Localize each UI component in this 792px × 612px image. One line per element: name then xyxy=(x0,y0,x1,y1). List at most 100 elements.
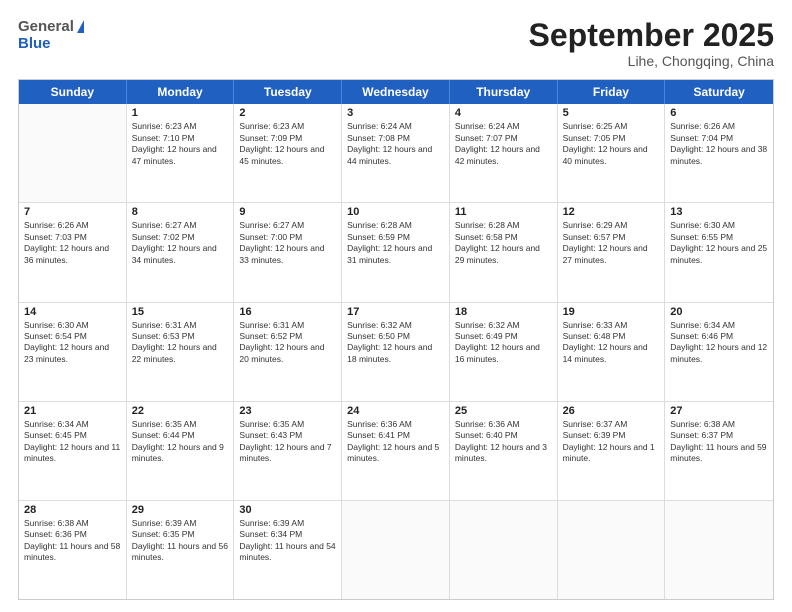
cell-info: Sunrise: 6:34 AMSunset: 6:45 PMDaylight:… xyxy=(24,419,121,465)
cell-info: Sunrise: 6:27 AMSunset: 7:00 PMDaylight:… xyxy=(239,220,336,266)
cal-cell: 10Sunrise: 6:28 AMSunset: 6:59 PMDayligh… xyxy=(342,203,450,301)
logo: General Blue xyxy=(18,18,84,52)
day-number: 25 xyxy=(455,405,552,417)
cal-header-wednesday: Wednesday xyxy=(342,80,450,104)
cal-cell: 3 Sunrise: 6:24 AMSunset: 7:08 PMDaylight… xyxy=(342,104,450,202)
cal-week-1: 1 Sunrise: 6:23 AMSunset: 7:10 PMDaylight… xyxy=(19,104,773,203)
day-number: 2 xyxy=(239,107,336,119)
cal-cell: 14 Sunrise: 6:30 AMSunset: 6:54 PMDayligh… xyxy=(19,303,127,401)
cal-cell: 18 Sunrise: 6:32 AMSunset: 6:49 PMDayligh… xyxy=(450,303,558,401)
day-number: 19 xyxy=(563,306,660,318)
cell-info: Sunrise: 6:38 AMSunset: 6:36 PMDaylight:… xyxy=(24,518,121,564)
logo-general: General xyxy=(18,18,74,35)
day-number: 3 xyxy=(347,107,444,119)
cal-cell: 7 Sunrise: 6:26 AMSunset: 7:03 PMDaylight… xyxy=(19,203,127,301)
day-number: 28 xyxy=(24,504,121,516)
cal-cell: 1 Sunrise: 6:23 AMSunset: 7:10 PMDaylight… xyxy=(127,104,235,202)
cell-info: Sunrise: 6:24 AMSunset: 7:07 PMDaylight:… xyxy=(455,121,552,167)
day-number: 6 xyxy=(670,107,768,119)
cell-info: Sunrise: 6:23 AMSunset: 7:09 PMDaylight:… xyxy=(239,121,336,167)
cell-info: Sunrise: 6:30 AMSunset: 6:55 PMDaylight:… xyxy=(670,220,768,266)
header: General Blue September 2025 Lihe, Chongq… xyxy=(18,18,774,69)
logo-triangle-icon xyxy=(77,20,84,33)
day-number: 7 xyxy=(24,206,121,218)
cell-info: Sunrise: 6:25 AMSunset: 7:05 PMDaylight:… xyxy=(563,121,660,167)
cal-week-2: 7 Sunrise: 6:26 AMSunset: 7:03 PMDaylight… xyxy=(19,203,773,302)
day-number: 23 xyxy=(239,405,336,417)
cal-cell: 30Sunrise: 6:39 AMSunset: 6:34 PMDayligh… xyxy=(234,501,342,599)
cal-cell: 13 Sunrise: 6:30 AMSunset: 6:55 PMDayligh… xyxy=(665,203,773,301)
day-number: 20 xyxy=(670,306,768,318)
cal-cell: 9 Sunrise: 6:27 AMSunset: 7:00 PMDaylight… xyxy=(234,203,342,301)
day-number: 4 xyxy=(455,107,552,119)
day-number: 14 xyxy=(24,306,121,318)
cal-cell: 15Sunrise: 6:31 AMSunset: 6:53 PMDayligh… xyxy=(127,303,235,401)
day-number: 16 xyxy=(239,306,336,318)
cell-info: Sunrise: 6:31 AMSunset: 6:52 PMDaylight:… xyxy=(239,320,336,366)
cal-header-saturday: Saturday xyxy=(665,80,773,104)
cell-info: Sunrise: 6:37 AMSunset: 6:39 PMDaylight:… xyxy=(563,419,660,465)
cal-cell: 8 Sunrise: 6:27 AMSunset: 7:02 PMDaylight… xyxy=(127,203,235,301)
cell-info: Sunrise: 6:35 AMSunset: 6:44 PMDaylight:… xyxy=(132,419,229,465)
cell-info: Sunrise: 6:26 AMSunset: 7:03 PMDaylight:… xyxy=(24,220,121,266)
day-number: 8 xyxy=(132,206,229,218)
cal-cell: 12 Sunrise: 6:29 AMSunset: 6:57 PMDayligh… xyxy=(558,203,666,301)
day-number: 21 xyxy=(24,405,121,417)
cell-info: Sunrise: 6:24 AMSunset: 7:08 PMDaylight:… xyxy=(347,121,444,167)
cell-info: Sunrise: 6:33 AMSunset: 6:48 PMDaylight:… xyxy=(563,320,660,366)
day-number: 11 xyxy=(455,206,552,218)
cal-cell xyxy=(558,501,666,599)
cal-cell: 20 Sunrise: 6:34 AMSunset: 6:46 PMDayligh… xyxy=(665,303,773,401)
day-number: 18 xyxy=(455,306,552,318)
calendar: SundayMondayTuesdayWednesdayThursdayFrid… xyxy=(18,79,774,600)
page-title: September 2025 xyxy=(529,18,774,53)
day-number: 24 xyxy=(347,405,444,417)
day-number: 5 xyxy=(563,107,660,119)
cal-header-friday: Friday xyxy=(558,80,666,104)
cal-cell: 23 Sunrise: 6:35 AMSunset: 6:43 PMDayligh… xyxy=(234,402,342,500)
cal-week-3: 14 Sunrise: 6:30 AMSunset: 6:54 PMDayligh… xyxy=(19,303,773,402)
day-number: 13 xyxy=(670,206,768,218)
cal-cell: 26 Sunrise: 6:37 AMSunset: 6:39 PMDayligh… xyxy=(558,402,666,500)
cell-info: Sunrise: 6:26 AMSunset: 7:04 PMDaylight:… xyxy=(670,121,768,167)
cal-cell: 11 Sunrise: 6:28 AMSunset: 6:58 PMDayligh… xyxy=(450,203,558,301)
day-number: 26 xyxy=(563,405,660,417)
cal-cell xyxy=(450,501,558,599)
cell-info: Sunrise: 6:34 AMSunset: 6:46 PMDaylight:… xyxy=(670,320,768,366)
cal-cell: 24 Sunrise: 6:36 AMSunset: 6:41 PMDayligh… xyxy=(342,402,450,500)
cal-cell: 21 Sunrise: 6:34 AMSunset: 6:45 PMDayligh… xyxy=(19,402,127,500)
day-number: 22 xyxy=(132,405,229,417)
cell-info: Sunrise: 6:38 AMSunset: 6:37 PMDaylight:… xyxy=(670,419,768,465)
cell-info: Sunrise: 6:32 AMSunset: 6:50 PMDaylight:… xyxy=(347,320,444,366)
calendar-body: 1 Sunrise: 6:23 AMSunset: 7:10 PMDaylight… xyxy=(19,104,773,599)
cell-info: Sunrise: 6:35 AMSunset: 6:43 PMDaylight:… xyxy=(239,419,336,465)
cal-cell: 25 Sunrise: 6:36 AMSunset: 6:40 PMDayligh… xyxy=(450,402,558,500)
day-number: 27 xyxy=(670,405,768,417)
cal-header-monday: Monday xyxy=(127,80,235,104)
day-number: 1 xyxy=(132,107,229,119)
cell-info: Sunrise: 6:32 AMSunset: 6:49 PMDaylight:… xyxy=(455,320,552,366)
location-label: Lihe, Chongqing, China xyxy=(529,53,774,69)
cell-info: Sunrise: 6:29 AMSunset: 6:57 PMDaylight:… xyxy=(563,220,660,266)
cell-info: Sunrise: 6:39 AMSunset: 6:34 PMDaylight:… xyxy=(239,518,336,564)
cal-cell xyxy=(342,501,450,599)
cell-info: Sunrise: 6:30 AMSunset: 6:54 PMDaylight:… xyxy=(24,320,121,366)
cal-cell xyxy=(665,501,773,599)
cell-info: Sunrise: 6:27 AMSunset: 7:02 PMDaylight:… xyxy=(132,220,229,266)
cal-header-thursday: Thursday xyxy=(450,80,558,104)
cell-info: Sunrise: 6:36 AMSunset: 6:41 PMDaylight:… xyxy=(347,419,444,465)
day-number: 9 xyxy=(239,206,336,218)
cell-info: Sunrise: 6:31 AMSunset: 6:53 PMDaylight:… xyxy=(132,320,229,366)
cal-header-tuesday: Tuesday xyxy=(234,80,342,104)
cell-info: Sunrise: 6:23 AMSunset: 7:10 PMDaylight:… xyxy=(132,121,229,167)
cal-cell: 16 Sunrise: 6:31 AMSunset: 6:52 PMDayligh… xyxy=(234,303,342,401)
day-number: 29 xyxy=(132,504,229,516)
cal-cell: 5 Sunrise: 6:25 AMSunset: 7:05 PMDaylight… xyxy=(558,104,666,202)
cal-cell: 4 Sunrise: 6:24 AMSunset: 7:07 PMDaylight… xyxy=(450,104,558,202)
calendar-header: SundayMondayTuesdayWednesdayThursdayFrid… xyxy=(19,80,773,104)
page: General Blue September 2025 Lihe, Chongq… xyxy=(0,0,792,612)
cell-info: Sunrise: 6:28 AMSunset: 6:58 PMDaylight:… xyxy=(455,220,552,266)
day-number: 12 xyxy=(563,206,660,218)
cell-info: Sunrise: 6:36 AMSunset: 6:40 PMDaylight:… xyxy=(455,419,552,465)
cal-cell: 28 Sunrise: 6:38 AMSunset: 6:36 PMDayligh… xyxy=(19,501,127,599)
